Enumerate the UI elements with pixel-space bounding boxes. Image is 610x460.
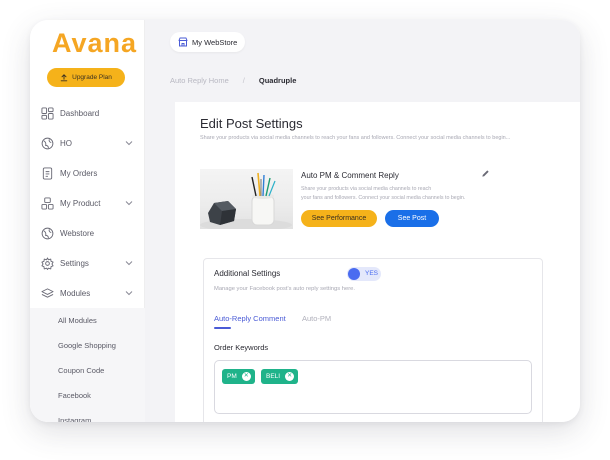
tab-auto-pm[interactable]: Auto-PM [302, 314, 331, 323]
description-line: Share your products via social media cha… [301, 186, 432, 192]
sidebar-item-my-product[interactable]: My Product [30, 188, 145, 218]
breadcrumb-current: Quadruple [258, 76, 297, 85]
keyword-chip-label: BELI [266, 373, 281, 380]
main-content: My WebStore Auto Reply Home / Quadruple … [145, 20, 580, 422]
toggle-label: YES [365, 270, 379, 277]
gear-icon [40, 256, 54, 270]
auto-reply-toggle[interactable]: YES [347, 267, 381, 281]
sidebar-item-settings[interactable]: Settings [30, 248, 145, 278]
store-icon [178, 37, 188, 47]
logo: Avana [52, 28, 138, 58]
globe-icon [40, 136, 54, 150]
post-image [200, 169, 293, 229]
store-selector[interactable]: My WebStore [170, 32, 246, 52]
see-post-button[interactable]: See Post [385, 210, 439, 227]
active-tab-indicator [214, 327, 231, 329]
sidebar-nav: Dashboard HO My Orders My Product Websto… [30, 98, 145, 422]
additional-settings-title: Additional Settings [214, 269, 281, 278]
page-subtitle: Share your products via social media cha… [200, 135, 511, 141]
app-window: Avana Upgrade Plan Dashboard HO My Order… [30, 20, 580, 422]
auto-reply-title: Auto PM & Comment Reply [301, 171, 399, 180]
product-icon [40, 196, 54, 210]
submenu-item-coupon-code[interactable]: Coupon Code [30, 358, 145, 383]
chevron-down-icon [125, 201, 133, 206]
dashboard-icon [40, 106, 54, 120]
order-keywords-input[interactable]: PM ✕ BELI ✕ [214, 360, 532, 414]
see-performance-button[interactable]: See Performance [301, 210, 377, 227]
upload-icon [60, 73, 68, 81]
keyword-chip: BELI ✕ [261, 369, 299, 384]
chevron-down-icon [125, 141, 133, 146]
submenu-item-google-shopping[interactable]: Google Shopping [30, 333, 145, 358]
submenu-item-instagram[interactable]: Instagram [30, 408, 145, 422]
sidebar-item-label: Dashboard [60, 108, 100, 118]
upgrade-plan-button[interactable]: Upgrade Plan [47, 68, 125, 87]
keyword-chip-label: PM [227, 373, 237, 380]
sidebar-item-dashboard[interactable]: Dashboard [30, 98, 145, 128]
modules-submenu: All Modules Google Shopping Coupon Code … [30, 308, 145, 422]
order-keywords-label: Order Keywords [214, 343, 269, 352]
submenu-item-facebook[interactable]: Facebook [30, 383, 145, 408]
remove-keyword-icon[interactable]: ✕ [241, 372, 251, 381]
globe-icon [40, 226, 54, 240]
sidebar: Avana Upgrade Plan Dashboard HO My Order… [30, 20, 145, 422]
additional-settings-panel: Additional Settings YES Manage your Face… [203, 258, 543, 422]
tab-auto-reply-comment[interactable]: Auto-Reply Comment [214, 314, 286, 323]
breadcrumb: Auto Reply Home / Quadruple [170, 76, 296, 85]
sidebar-item-my-orders[interactable]: My Orders [30, 158, 145, 188]
sidebar-item-label: Webstore [60, 228, 95, 238]
description-line: your fans and followers. Connect your so… [301, 195, 466, 201]
store-name: My WebStore [192, 37, 238, 47]
sidebar-item-modules[interactable]: Modules [30, 278, 145, 308]
sidebar-item-label: HO [60, 138, 72, 148]
sidebar-item-label: My Orders [60, 168, 98, 178]
sidebar-item-webstore[interactable]: Webstore [30, 218, 145, 248]
edit-pencil-icon[interactable] [481, 169, 490, 178]
additional-settings-subtitle: Manage your Facebook post's auto reply s… [214, 286, 355, 292]
submenu-item-all-modules[interactable]: All Modules [30, 308, 145, 333]
sidebar-item-ho[interactable]: HO [30, 128, 145, 158]
layers-icon [40, 286, 54, 300]
sidebar-item-label: My Product [60, 198, 101, 208]
sidebar-item-label: Settings [60, 258, 89, 268]
keyword-chip: PM ✕ [222, 369, 255, 384]
sidebar-item-label: Modules [60, 288, 91, 298]
breadcrumb-separator: / [242, 76, 245, 85]
orders-icon [40, 166, 54, 180]
chevron-down-icon [125, 261, 133, 266]
auto-reply-description: Share your products via social media cha… [301, 185, 501, 203]
toggle-knob [348, 268, 360, 280]
breadcrumb-link[interactable]: Auto Reply Home [170, 76, 229, 85]
edit-post-card: Edit Post Settings Share your products v… [175, 102, 580, 422]
upgrade-plan-label: Upgrade Plan [72, 74, 112, 81]
remove-keyword-icon[interactable]: ✕ [285, 372, 295, 381]
page-title: Edit Post Settings [200, 116, 303, 131]
chevron-down-icon [125, 291, 133, 296]
